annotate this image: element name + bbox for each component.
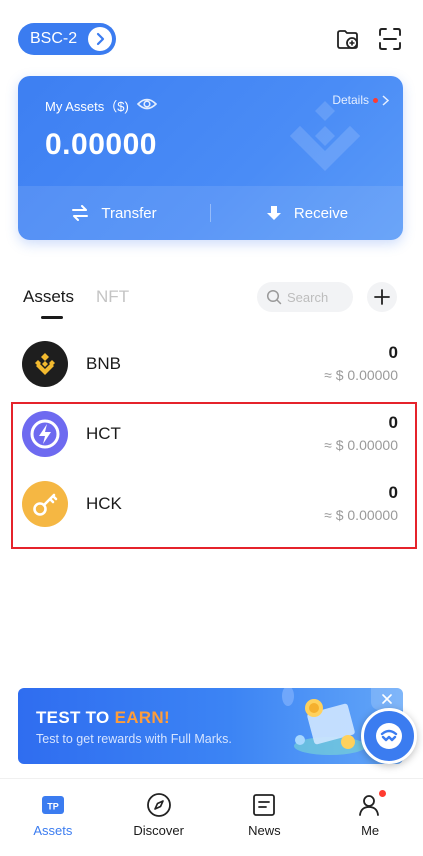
compass-icon (146, 792, 172, 818)
transfer-icon (72, 205, 89, 221)
token-fiat-value: ≈ $ 0.00000 (324, 367, 398, 383)
tab-assets[interactable]: Assets (23, 287, 74, 307)
banner-title: TEST TO EARN! (36, 708, 170, 727)
tab-nft[interactable]: NFT (96, 287, 129, 307)
notification-dot (373, 97, 378, 103)
token-name: BNB (86, 354, 121, 373)
card-actions: Transfer Receive (18, 186, 403, 240)
walletconnect-icon (376, 723, 402, 749)
walletconnect-button[interactable] (361, 708, 417, 764)
highlight-box (11, 402, 417, 549)
nav-me[interactable]: Me (317, 779, 423, 856)
network-selector[interactable]: BSC-2 (18, 23, 116, 55)
wallet-add-icon[interactable] (335, 26, 361, 52)
token-row-bnb[interactable]: BNB 0 ≈ $ 0.00000 (0, 330, 423, 400)
asset-card: My Assets（$) Details 0.00000 Transfer Re… (18, 76, 403, 240)
my-assets-label: My Assets（$) (45, 96, 157, 115)
network-name: BSC-2 (30, 30, 78, 47)
search-placeholder: Search (287, 289, 329, 305)
asset-tabs: Assets NFT (23, 287, 129, 307)
chevron-right-icon (88, 27, 112, 51)
banner-subtitle: Test to get rewards with Full Marks. (36, 732, 232, 746)
nav-news[interactable]: News (212, 779, 318, 856)
search-icon (266, 289, 282, 305)
svg-text:TP: TP (47, 802, 59, 812)
total-balance: 0.00000 (45, 128, 157, 161)
nav-assets[interactable]: TP Assets (0, 779, 106, 856)
promo-banner[interactable]: TEST TO EARN! Test to get rewards with F… (18, 688, 403, 764)
banner-close-button[interactable] (371, 688, 403, 710)
news-icon (251, 792, 277, 818)
bnb-logo-icon (22, 341, 68, 387)
bnb-watermark-icon (290, 101, 360, 171)
bottom-navigation: TP Assets Discover News Me (0, 778, 423, 856)
search-input[interactable]: Search (257, 282, 353, 312)
notification-badge (379, 790, 387, 797)
person-icon (357, 790, 387, 818)
transfer-button[interactable]: Transfer (18, 205, 210, 222)
chevron-right-icon (382, 94, 389, 106)
receive-button[interactable]: Receive (211, 205, 403, 222)
plus-icon (374, 289, 390, 305)
download-icon (266, 205, 281, 220)
details-link[interactable]: Details (332, 93, 389, 107)
close-icon (382, 694, 392, 704)
nav-discover[interactable]: Discover (106, 779, 212, 856)
eye-icon[interactable] (136, 97, 157, 114)
scan-icon[interactable] (377, 26, 403, 52)
tp-wallet-icon: TP (40, 792, 66, 818)
add-token-button[interactable] (367, 282, 397, 312)
tab-underline (41, 316, 63, 319)
token-balance: 0 (388, 343, 398, 362)
